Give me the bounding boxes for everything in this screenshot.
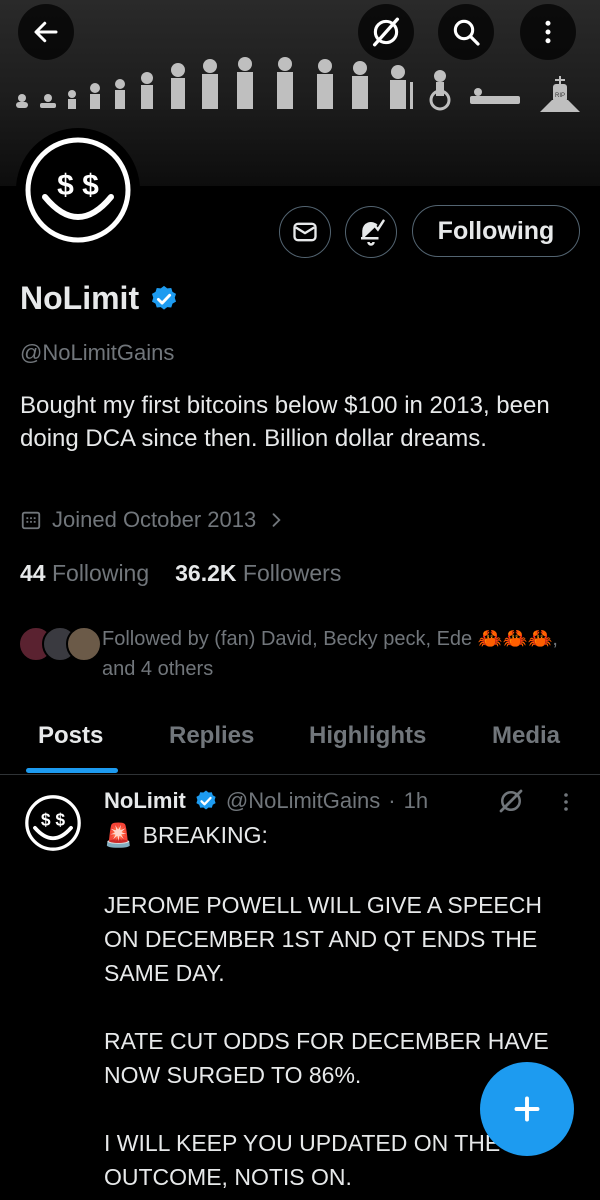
- search-button[interactable]: [438, 4, 494, 60]
- following-button[interactable]: Following: [412, 205, 580, 257]
- tab-posts[interactable]: Posts: [38, 722, 103, 750]
- slash-circle-icon: [372, 17, 400, 47]
- post-headline: BREAKING:: [142, 822, 268, 848]
- compose-button[interactable]: [480, 1062, 574, 1156]
- search-icon: [453, 19, 480, 46]
- followers-stat[interactable]: 36.2K Followers: [175, 560, 341, 587]
- grok-button[interactable]: [358, 4, 414, 60]
- joined-date-row[interactable]: Joined October 2013: [20, 507, 286, 533]
- post-handle[interactable]: @NoLimitGains: [226, 788, 380, 814]
- avatar-text: $ $: [41, 810, 66, 830]
- verified-badge-icon: [152, 285, 177, 310]
- slash-circle-icon[interactable]: [496, 786, 526, 816]
- smiley-dollar-avatar-icon: $ $: [25, 137, 131, 243]
- profile-handle: @NoLimitGains: [20, 340, 175, 365]
- verified-badge-icon: [196, 790, 216, 810]
- followers-count: 36.2K: [175, 560, 237, 586]
- profile-bio: Bought my first bitcoins below $100 in 2…: [20, 392, 550, 452]
- tab-active-indicator: [26, 768, 118, 773]
- following-stat[interactable]: 44 Following: [20, 560, 149, 587]
- more-vertical-icon[interactable]: [554, 790, 578, 814]
- mutual-avatars[interactable]: [18, 626, 102, 662]
- chevron-right-icon: [272, 513, 281, 527]
- following-count: 44: [20, 560, 46, 586]
- back-button[interactable]: [18, 4, 74, 60]
- message-button[interactable]: [279, 206, 331, 258]
- envelope-icon: [293, 222, 317, 242]
- profile-tabs: Posts Replies Highlights Media: [0, 716, 600, 775]
- smiley-dollar-avatar-icon: $ $: [25, 795, 81, 851]
- post-time[interactable]: 1h: [404, 788, 428, 814]
- calendar-icon: [21, 511, 41, 530]
- post-separator: ·: [388, 788, 396, 813]
- joined-date: Joined October 2013: [52, 507, 257, 532]
- post-author[interactable]: NoLimit: [104, 788, 186, 814]
- tombstone-text: RIP: [555, 93, 565, 99]
- profile-avatar[interactable]: $ $: [16, 128, 140, 252]
- post-header: NoLimit @NoLimitGains · 1h: [104, 788, 428, 814]
- more-vertical-icon: [545, 20, 551, 44]
- avatar: [66, 626, 102, 662]
- followers-label: Followers: [242, 560, 342, 586]
- tab-media[interactable]: Media: [492, 722, 560, 750]
- more-button[interactable]: [520, 4, 576, 60]
- notifications-button[interactable]: [345, 206, 397, 258]
- profile-name: NoLimit: [20, 280, 140, 316]
- followed-by-text[interactable]: Followed by (fan) David, Becky peck, Ede…: [102, 624, 582, 684]
- bell-check-icon: [361, 219, 385, 246]
- plus-icon: [514, 1096, 540, 1122]
- arrow-left-icon: [34, 21, 58, 43]
- tab-replies[interactable]: Replies: [169, 722, 254, 750]
- siren-icon: 🚨: [104, 822, 133, 848]
- tab-highlights[interactable]: Highlights: [309, 722, 426, 750]
- profile-name-row: NoLimit: [20, 280, 179, 317]
- follow-stats: 44 Following 36.2K Followers: [20, 560, 341, 587]
- post-avatar[interactable]: $ $: [22, 792, 84, 854]
- avatar-text: $ $: [57, 169, 99, 202]
- following-label: Following: [51, 560, 150, 586]
- post-headline-row: 🚨 BREAKING:: [104, 822, 268, 849]
